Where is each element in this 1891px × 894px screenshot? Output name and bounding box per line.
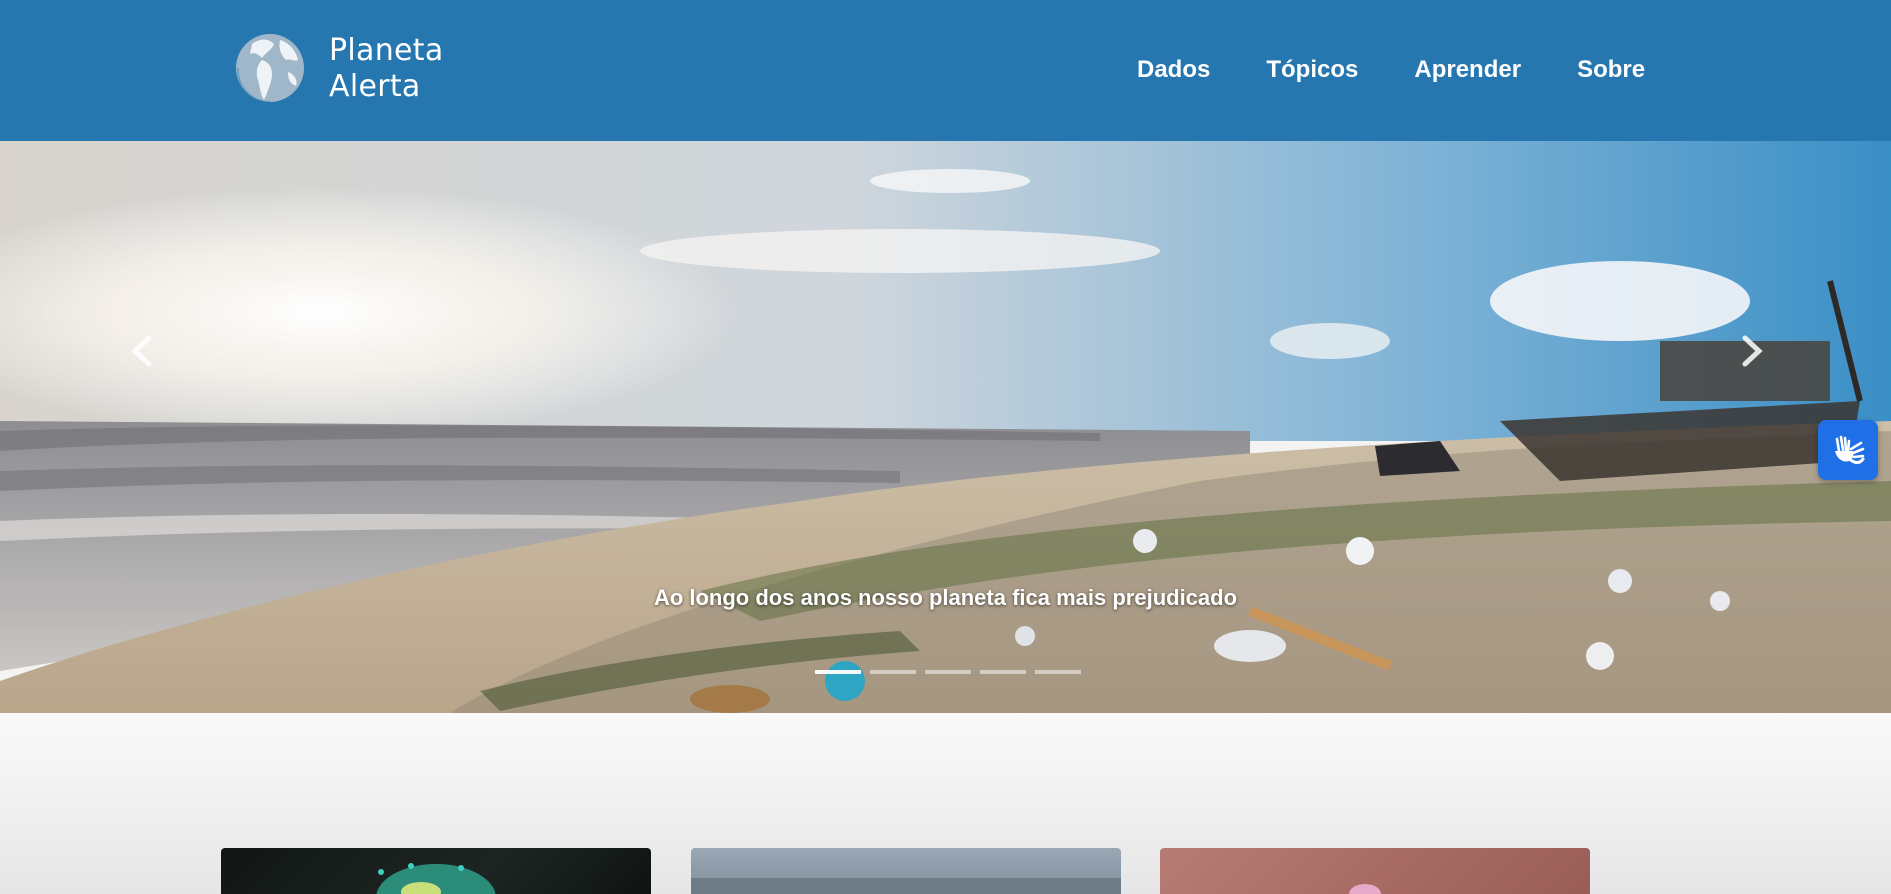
nav-link-dados[interactable]: Dados [1137, 56, 1210, 84]
chevron-left-icon [131, 335, 152, 367]
carousel-caption: Ao longo dos anos nosso planeta fica mai… [653, 585, 1238, 610]
carousel-indicator-2[interactable] [870, 670, 916, 674]
carousel-indicator-4[interactable] [980, 670, 1026, 674]
hero-carousel: Ao longo dos anos nosso planeta fica mai… [0, 141, 1891, 713]
carousel-indicators [815, 670, 1081, 674]
brand-line-1: Planeta [329, 33, 444, 68]
landscape-image [691, 878, 1121, 894]
carousel-slide-image [0, 141, 1891, 713]
brand-line-2: Alerta [329, 69, 421, 104]
nav-link-topicos[interactable]: Tópicos [1266, 56, 1358, 84]
topic-card-1[interactable] [221, 848, 651, 894]
brand-name: Planeta Alerta [329, 33, 444, 105]
carousel-next-button[interactable] [1722, 321, 1782, 381]
accessibility-button[interactable] [1818, 420, 1878, 480]
carousel-indicator-1[interactable] [815, 670, 861, 674]
sign-language-hands-icon [1835, 435, 1865, 464]
topic-card-2[interactable] [691, 848, 1121, 894]
site-header: Planeta Alerta Dados Tópicos Aprender So… [0, 0, 1891, 141]
carousel-prev-button[interactable] [112, 321, 172, 381]
earth-image [376, 863, 496, 894]
topic-card-3[interactable] [1160, 848, 1590, 894]
carousel-indicator-5[interactable] [1035, 670, 1081, 674]
main-nav: Dados Tópicos Aprender Sobre [1137, 56, 1645, 84]
nav-link-aprender[interactable]: Aprender [1414, 56, 1521, 84]
nav-link-sobre[interactable]: Sobre [1577, 56, 1645, 84]
carousel-indicator-3[interactable] [925, 670, 971, 674]
logo[interactable]: Planeta Alerta [232, 24, 444, 114]
animal-image [1349, 884, 1381, 894]
globe-icon [236, 34, 304, 104]
chevron-right-icon [1742, 335, 1763, 367]
